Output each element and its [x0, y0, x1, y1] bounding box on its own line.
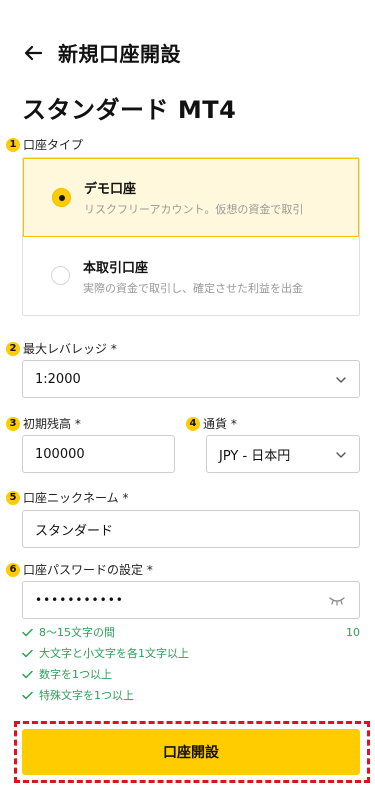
nickname-input[interactable]: スタンダード: [22, 510, 360, 548]
nickname-label: 5 口座ニックネーム *: [6, 489, 128, 506]
chevron-down-icon: [336, 452, 346, 458]
leverage-select[interactable]: 1:2000: [22, 360, 360, 398]
password-length-count: 10: [346, 625, 360, 639]
account-type-label: 1 口座タイプ: [6, 136, 83, 153]
step-badge: 3: [6, 416, 20, 431]
radio-selected-icon[interactable]: [52, 188, 71, 207]
initial-balance-label-text: 初期残高 *: [23, 417, 81, 431]
option-description: 実際の資金で取引し、確定させた利益を出金: [83, 282, 303, 295]
password-input[interactable]: •••••••••••: [22, 581, 360, 619]
check-icon: [22, 670, 33, 678]
password-label: 6 口座パスワードの設定 *: [6, 561, 153, 578]
password-rules: 8～15文字の間 10 大文字と小文字を各1文字以上 数字を1つ以上 特殊文字を…: [22, 624, 362, 708]
initial-balance-input[interactable]: 100000: [22, 435, 175, 473]
password-rule: 特殊文字を1つ以上: [22, 687, 362, 703]
open-account-button[interactable]: 口座開設: [22, 729, 360, 775]
password-rule: 8～15文字の間 10: [22, 624, 362, 640]
step-badge: 1: [6, 137, 20, 152]
leverage-label: 2 最大レバレッジ *: [6, 340, 117, 357]
password-label-text: 口座パスワードの設定 *: [23, 563, 153, 577]
check-icon: [22, 691, 33, 699]
password-rule-text: 特殊文字を1つ以上: [39, 689, 134, 702]
currency-select[interactable]: JPY - 日本円: [206, 435, 360, 473]
chevron-down-icon: [336, 377, 346, 383]
option-description: リスクフリーアカウント。仮想の資金で取引: [84, 203, 304, 216]
currency-label: 4 通貨 *: [186, 415, 237, 432]
header: 新規口座開設: [22, 38, 181, 67]
currency-label-text: 通貨 *: [203, 417, 237, 431]
currency-value: JPY - 日本円: [219, 448, 291, 464]
account-option-real[interactable]: 本取引口座 実際の資金で取引し、確定させた利益を出金: [23, 237, 359, 315]
password-rule: 大文字と小文字を各1文字以上: [22, 645, 362, 661]
page-title: スタンダード MT4: [22, 96, 237, 124]
radio-unselected-icon[interactable]: [51, 266, 70, 285]
step-badge: 2: [6, 341, 20, 356]
password-rule-text: 大文字と小文字を各1文字以上: [39, 647, 189, 660]
account-type-label-text: 口座タイプ: [23, 138, 84, 152]
option-title: 本取引口座: [83, 261, 149, 276]
check-icon: [22, 628, 33, 636]
option-title: デモ口座: [84, 182, 137, 197]
initial-balance-label: 3 初期残高 *: [6, 415, 81, 432]
check-icon: [22, 649, 33, 657]
password-rule-text: 数字を1つ以上: [39, 668, 112, 681]
nickname-label-text: 口座ニックネーム *: [23, 491, 129, 505]
eye-closed-icon[interactable]: [329, 596, 345, 606]
step-badge: 5: [6, 490, 20, 505]
nickname-value: スタンダード: [35, 523, 114, 539]
initial-balance-value: 100000: [35, 446, 85, 462]
arrow-left-icon[interactable]: [22, 42, 44, 64]
password-rule-text: 8～15文字の間: [39, 626, 115, 639]
password-rule: 数字を1つ以上: [22, 666, 362, 682]
header-title: 新規口座開設: [58, 42, 181, 66]
account-type-group: デモ口座 リスクフリーアカウント。仮想の資金で取引 本取引口座 実際の資金で取引…: [22, 157, 360, 316]
leverage-label-text: 最大レバレッジ *: [23, 342, 117, 356]
password-value: •••••••••••: [35, 593, 124, 607]
step-badge: 4: [186, 416, 200, 431]
leverage-value: 1:2000: [35, 371, 81, 387]
step-badge: 6: [6, 562, 20, 577]
account-option-demo[interactable]: デモ口座 リスクフリーアカウント。仮想の資金で取引: [23, 158, 359, 237]
